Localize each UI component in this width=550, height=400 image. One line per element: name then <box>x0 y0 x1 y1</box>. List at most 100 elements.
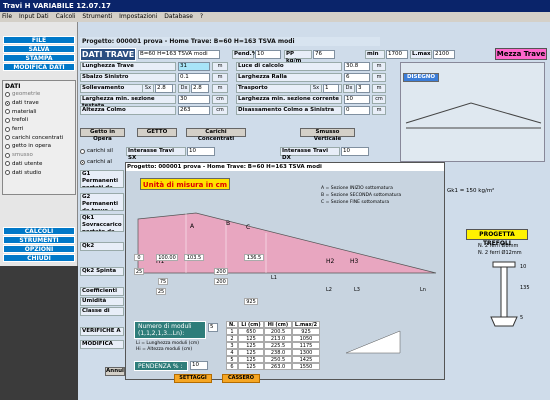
pendenza-input[interactable]: 10 <box>190 361 208 370</box>
sidebar-btn-opzioni[interactable]: OPZIONI <box>3 245 75 253</box>
dati-option-smusso[interactable]: smusso <box>5 151 73 160</box>
left-row-input[interactable]: 263 <box>178 106 210 115</box>
right-row-input[interactable]: 10 <box>344 95 370 104</box>
sidebar-btn-strumenti[interactable]: STRUMENTI <box>3 236 75 244</box>
pend-input[interactable]: 10 <box>255 50 281 59</box>
sidebar-btn-file[interactable]: FILE <box>3 36 75 44</box>
dati-option-label: dati studio <box>12 169 42 176</box>
dati-option-dati-studio[interactable]: dati studio <box>5 168 73 177</box>
dx-label: Dx <box>178 84 190 93</box>
segment-l2: L2 <box>326 287 332 293</box>
unit-label: m <box>212 62 228 71</box>
sx-input[interactable]: 2.8 <box>155 84 173 93</box>
sidebar-btn-chiudi[interactable]: CHIUDI <box>3 254 75 262</box>
left-row-input[interactable]: 30 <box>178 95 210 104</box>
menu-strumenti[interactable]: Strumenti <box>82 13 112 20</box>
lmax-input[interactable]: 2100 <box>433 50 455 59</box>
dati-option-dati-trave[interactable]: dati trave <box>5 99 73 108</box>
sx-input[interactable]: 1 <box>323 84 339 93</box>
radio-dot <box>5 100 10 106</box>
dati-option-getto-in-opera[interactable]: getto in opera <box>5 142 73 151</box>
load-label[interactable]: VERIFICHE A <box>80 327 124 336</box>
section-drawing <box>490 261 518 327</box>
sidebar-btn-salva[interactable]: SALVA <box>3 45 75 53</box>
getto-button[interactable]: GETTO <box>137 128 177 137</box>
carichi-concentrati-label: Carichi Concentrati <box>186 128 246 142</box>
table-cell: 125 <box>238 335 264 342</box>
sidebar-btn-calcoli[interactable]: CALCOLI <box>3 227 75 235</box>
table-cell: 1300 <box>292 349 320 356</box>
load-label: G1 Permanenti portati da sola trave <box>80 170 124 188</box>
dati-option-label: trefoli <box>12 117 29 124</box>
menu-bar: File Input Dati Calcoli Strumenti Impost… <box>0 12 550 22</box>
preview-beam-drawing <box>405 102 542 129</box>
dx-input[interactable]: 3 <box>356 84 370 93</box>
moduli-label: Numero di moduli (1,1,2,1,3...Ln): <box>134 321 206 339</box>
window-titlebar: Travi H VARIABILE 12.07.17 <box>0 0 550 12</box>
dim-cell: 136.5 <box>244 254 264 261</box>
pp-input[interactable]: 76 <box>313 50 335 59</box>
load-label[interactable]: MODIFICA AR <box>80 340 124 349</box>
mezza-trave-button[interactable]: Mezza Trave <box>495 48 547 60</box>
dim-cell: 925 <box>244 298 258 305</box>
cassero-button[interactable]: CASSERO <box>222 374 260 383</box>
dim-cell: 103.5 <box>184 254 204 261</box>
dim-cell: 25 <box>134 268 144 275</box>
interasse-dx-input[interactable]: 10 <box>341 147 369 156</box>
left-row-input[interactable]: 0.1 <box>178 73 210 82</box>
right-row-label: Larghezza Ralla <box>236 73 342 82</box>
sidebar-bottom: CALCOLI STRUMENTI OPZIONI CHIUDI <box>0 227 78 400</box>
unit-banner: Unità di misura in cm <box>140 178 230 190</box>
menu-help[interactable]: ? <box>200 13 203 20</box>
menu-file[interactable]: File <box>2 13 12 20</box>
sidebar-btn-modifica-dati[interactable]: MODIFICA DATI <box>3 63 75 71</box>
dati-option-ferri[interactable]: ferri <box>5 125 73 134</box>
menu-impostazioni[interactable]: Impostazioni <box>119 13 157 20</box>
radio-dot <box>5 109 10 115</box>
unit-label: m <box>212 84 228 93</box>
table-cell: 4 <box>226 349 238 356</box>
right-row-input[interactable]: 0 <box>344 106 370 115</box>
progetta-trefoli-button[interactable]: PROGETTA TREFOLI <box>466 229 528 247</box>
dati-option-materiali[interactable]: materiali <box>5 107 73 116</box>
dati-option-dati-utente[interactable]: dati utente <box>5 160 73 169</box>
dx-input[interactable]: 2.8 <box>191 84 209 93</box>
min-input[interactable]: 1700 <box>386 50 408 59</box>
table-cell: 1550 <box>292 363 320 370</box>
dim-10: 10 <box>520 264 527 270</box>
left-row-input[interactable]: 31 <box>178 62 210 71</box>
dati-option-carichi-concentrati[interactable]: carichi concentrati <box>5 133 73 142</box>
dim-cell: 100.00 <box>156 254 178 261</box>
dim-cell: 25 <box>156 288 166 295</box>
right-row-input[interactable]: 6 <box>344 73 370 82</box>
load-label: Umidità relativa <box>80 297 124 306</box>
interasse-sx-input[interactable]: 10 <box>187 147 215 156</box>
menu-database[interactable]: Database <box>164 13 193 20</box>
dim-5: 5 <box>520 315 524 321</box>
menu-input-dati[interactable]: Input Dati <box>19 13 49 20</box>
table-cell: 125 <box>238 363 264 370</box>
sidebar-btn-stampa[interactable]: STAMPA <box>3 54 75 62</box>
geometry-popup: Progetto: 000001 prova - Home Trave: B=6… <box>125 162 445 383</box>
carichi-al-radio[interactable]: carichi al <box>80 158 130 167</box>
window-title: Travi H VARIABILE 12.07.17 <box>3 2 111 10</box>
right-row-input[interactable]: 30.8 <box>344 62 370 71</box>
note-hi: Hi = Altezza moduli (cm) <box>136 347 193 352</box>
dati-option-trefoli[interactable]: trefoli <box>5 116 73 125</box>
disegno-button[interactable]: DISEGNO <box>403 73 439 82</box>
carichi-sil-radio[interactable]: carichi sil <box>80 147 130 156</box>
dati-option-geometrie[interactable]: geometrie <box>5 90 73 99</box>
table-cell: 1425 <box>292 356 320 363</box>
table-cell: 213.0 <box>264 335 292 342</box>
table-cell: 200.5 <box>264 328 292 335</box>
right-row-label: Disassamento Colmo a Sinistra <box>236 106 342 115</box>
dim-135: 135 <box>520 285 530 291</box>
dati-option-label: geometrie <box>12 91 41 98</box>
trave-select[interactable]: B=60 H=163 TSVA modi <box>138 50 220 59</box>
annul-button[interactable]: Annul <box>105 367 125 376</box>
moduli-input[interactable]: 5 <box>208 323 218 332</box>
carichi-sil-label: carichi sil <box>87 148 113 155</box>
menu-calcoli[interactable]: Calcoli <box>56 13 76 20</box>
settaggi-button[interactable]: SETTAGGI <box>174 374 212 383</box>
preview-panel: DISEGNO <box>400 62 545 162</box>
